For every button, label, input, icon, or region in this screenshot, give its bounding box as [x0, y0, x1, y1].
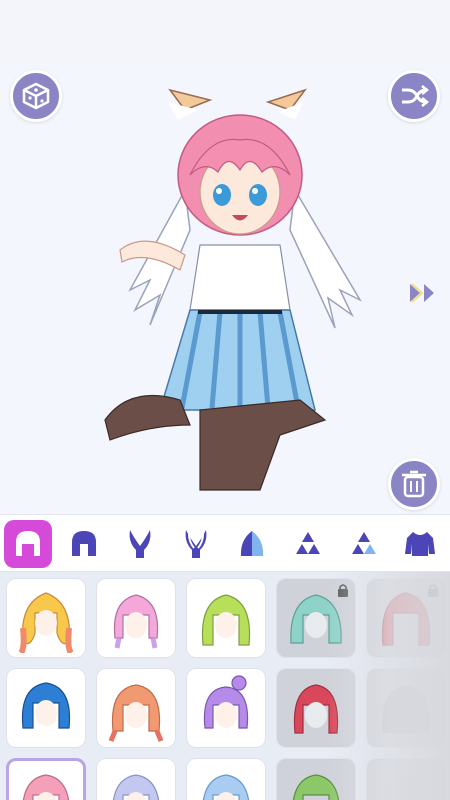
hair-item-1[interactable] — [6, 578, 86, 658]
dice-icon — [22, 82, 50, 110]
tab-hair-clip[interactable] — [284, 520, 332, 568]
hair-item-2[interactable] — [96, 578, 176, 658]
hair-preview-icon — [201, 594, 251, 646]
hair-item-14-locked[interactable] — [276, 758, 356, 800]
random-dice-button[interactable] — [10, 70, 62, 122]
shuffle-icon — [402, 85, 429, 107]
hair-preview-icon — [113, 594, 159, 649]
hair-preview-icon — [21, 682, 71, 729]
lock-icon — [428, 584, 438, 597]
tab-accessory[interactable] — [228, 520, 276, 568]
hair-item-3[interactable] — [186, 578, 266, 658]
lock-icon — [338, 584, 348, 597]
hair-item-11-selected[interactable] — [6, 758, 86, 800]
shirt-icon — [405, 532, 435, 556]
hair-item-13[interactable] — [186, 758, 266, 800]
tab-ears-alt[interactable] — [172, 520, 220, 568]
hair-preview-icon — [382, 685, 430, 733]
triangles-icon — [296, 532, 320, 554]
half-shape-icon — [240, 531, 264, 556]
hair-item-6[interactable] — [6, 668, 86, 748]
hair-item-5-locked[interactable] — [366, 578, 446, 658]
hair-item-8[interactable] — [186, 668, 266, 748]
item-grid — [0, 572, 450, 800]
tab-top[interactable] — [396, 520, 444, 568]
top-bar — [0, 0, 450, 64]
hair-preview-icon — [108, 684, 164, 742]
tab-ears[interactable] — [116, 520, 164, 568]
hair-item-15-locked[interactable] — [366, 758, 446, 800]
shuffle-button[interactable] — [388, 70, 440, 122]
hair-item-10-locked[interactable] — [366, 668, 446, 748]
tab-hair-front[interactable] — [4, 520, 52, 568]
double-chevron-right-icon — [410, 283, 434, 303]
bunny-ears-outline-icon — [185, 530, 207, 558]
hair-front-icon — [16, 531, 40, 556]
hair-preview-icon — [383, 775, 429, 800]
hair-preview-icon — [293, 684, 339, 734]
tab-hair-back[interactable] — [60, 520, 108, 568]
trash-icon — [402, 470, 426, 498]
next-page-button[interactable] — [404, 278, 444, 308]
character-preview — [104, 88, 362, 491]
hair-preview-icon — [112, 774, 160, 800]
hair-preview-icon — [202, 774, 250, 800]
bunny-ears-icon — [129, 530, 151, 558]
hair-preview-icon — [292, 774, 340, 800]
hair-item-12[interactable] — [96, 758, 176, 800]
hair-back-icon — [72, 531, 96, 556]
triangles-alt-icon — [352, 532, 376, 554]
hair-item-9-locked[interactable] — [276, 668, 356, 748]
hair-item-4-locked[interactable] — [276, 578, 356, 658]
hair-item-7[interactable] — [96, 668, 176, 748]
delete-button[interactable] — [388, 458, 440, 510]
tab-hair-clip-alt[interactable] — [340, 520, 388, 568]
hair-preview-icon — [203, 675, 249, 729]
category-bar — [0, 514, 450, 572]
hair-preview-icon — [22, 774, 70, 800]
hair-preview-icon — [18, 592, 74, 653]
